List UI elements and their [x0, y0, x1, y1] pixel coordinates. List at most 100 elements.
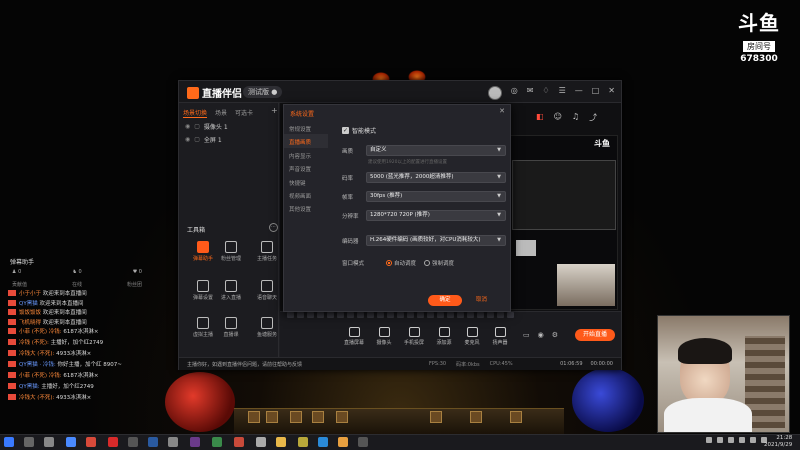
- chat-username[interactable]: QY黑猫: [19, 301, 38, 307]
- chevron-down-icon[interactable]: ▼: [497, 146, 501, 155]
- system-tray[interactable]: [706, 437, 767, 443]
- radio-icon[interactable]: [386, 260, 393, 266]
- chevron-down-icon[interactable]: ▼: [497, 211, 501, 220]
- app-icon[interactable]: [318, 437, 328, 447]
- chat-username[interactable]: 小菲 (不死) 冷钱:: [19, 373, 62, 379]
- chat-username[interactable]: 冷钱 (不死):: [19, 340, 49, 346]
- smart-mode-checkbox[interactable]: ✓ 智能模式: [342, 126, 376, 135]
- minimize-icon[interactable]: —: [575, 86, 583, 100]
- settings-nav-item[interactable]: 快捷键: [284, 175, 328, 188]
- headset-icon[interactable]: ◎: [511, 86, 518, 100]
- app-icon[interactable]: [358, 437, 368, 447]
- app-icon[interactable]: [234, 437, 244, 447]
- radio-auto[interactable]: 自动调度: [386, 259, 416, 267]
- avatar[interactable]: [487, 86, 502, 100]
- toolbar-icon[interactable]: [408, 327, 420, 337]
- add-scene-button[interactable]: +: [271, 106, 278, 115]
- source-item[interactable]: ◉ ▢ 摄像头 1: [185, 122, 228, 131]
- tool-icon[interactable]: [197, 317, 209, 329]
- settings-nav-item[interactable]: 直播画质: [284, 134, 328, 148]
- chat-tab[interactable]: 粉丝团: [127, 281, 142, 288]
- tool-item[interactable]: 弹幕助手: [189, 241, 217, 262]
- app-icon[interactable]: [212, 437, 222, 447]
- tool-item[interactable]: 进入直播: [217, 280, 245, 301]
- chat-username[interactable]: 冷钱大 (不死):: [19, 395, 54, 401]
- gear-icon[interactable]: ⚙: [552, 331, 558, 339]
- tab-scene-switch[interactable]: 场景切换: [183, 108, 208, 118]
- shirt-icon[interactable]: ♢: [542, 86, 549, 100]
- tool-icon[interactable]: [261, 317, 273, 329]
- radio-icon[interactable]: [424, 260, 431, 266]
- app-icon[interactable]: [168, 437, 178, 447]
- tool-item[interactable]: 语音聊天: [253, 280, 281, 301]
- toolbar-button[interactable]: 直播屏幕: [339, 327, 369, 346]
- chevron-down-icon[interactable]: ▼: [497, 236, 501, 245]
- app-icon[interactable]: [256, 437, 266, 447]
- app-icon[interactable]: [128, 437, 138, 447]
- close-icon[interactable]: ✕: [499, 107, 505, 115]
- eye-icon[interactable]: ◉: [538, 331, 544, 339]
- ok-button[interactable]: 确定: [428, 295, 462, 306]
- chat-username[interactable]: 飞机晓得: [19, 320, 41, 326]
- checkbox-icon[interactable]: ✓: [342, 127, 349, 134]
- chat-username[interactable]: 饭饭饭饭: [19, 310, 41, 316]
- settings-nav-item[interactable]: 常规设置: [284, 121, 328, 134]
- toolbar-button[interactable]: 添加源: [429, 327, 459, 346]
- clock[interactable]: 21:28 2021/9/29: [764, 435, 792, 448]
- toolbox-more-icon[interactable]: ⋯: [269, 223, 278, 232]
- chat-username[interactable]: QY黑猫:: [19, 384, 40, 390]
- settings-nav-item[interactable]: 其他设置: [284, 201, 328, 214]
- app-icon[interactable]: [190, 437, 200, 447]
- source-item[interactable]: ◉ ▢ 全屏 1: [185, 135, 222, 144]
- search-icon[interactable]: [24, 437, 34, 447]
- tool-item[interactable]: 弹幕设置: [189, 280, 217, 301]
- tab-optional[interactable]: 可选卡: [235, 108, 253, 118]
- chevron-down-icon[interactable]: ▼: [497, 173, 501, 182]
- lock-icon[interactable]: ▢: [194, 123, 200, 130]
- tool-icon[interactable]: [225, 317, 237, 329]
- chat-tab[interactable]: 贡献值: [12, 281, 27, 288]
- chat-username[interactable]: 小于小于: [19, 291, 41, 297]
- toolbar-button[interactable]: 扬声器: [485, 327, 515, 346]
- tool-item[interactable]: 虚拟主播: [189, 317, 217, 338]
- tool-item[interactable]: 粉丝管理: [217, 241, 245, 262]
- steam-icon[interactable]: [148, 437, 158, 447]
- tool-icon[interactable]: [197, 241, 209, 253]
- app-icon[interactable]: [338, 437, 348, 447]
- app-icon[interactable]: [66, 437, 76, 447]
- close-icon[interactable]: ✕: [608, 86, 615, 100]
- radio-force[interactable]: 强制调度: [424, 259, 454, 267]
- maximize-icon[interactable]: □: [592, 86, 600, 100]
- gift-icon[interactable]: ◧: [536, 112, 544, 123]
- version-pill[interactable]: 测试版 ●: [243, 86, 283, 98]
- eye-icon[interactable]: ◉: [185, 136, 190, 143]
- toolbar-icon[interactable]: [438, 327, 450, 337]
- toolbar-icon[interactable]: [348, 327, 360, 337]
- toolbar-icon[interactable]: [466, 327, 478, 337]
- tool-icon[interactable]: [261, 241, 273, 253]
- lock-icon[interactable]: ▢: [194, 136, 200, 143]
- tool-icon[interactable]: [225, 241, 237, 253]
- tab-scene[interactable]: 场景: [215, 108, 227, 118]
- settings-icon[interactable]: ☰: [559, 86, 566, 100]
- bell-icon[interactable]: ♫: [572, 112, 579, 123]
- toolbar-icon[interactable]: [378, 327, 390, 337]
- share-icon[interactable]: ⤴: [589, 112, 597, 123]
- app-icon[interactable]: [108, 437, 118, 447]
- tool-item[interactable]: 鱼塘服务: [253, 317, 281, 338]
- eye-icon[interactable]: ◉: [185, 123, 190, 130]
- tool-icon[interactable]: [261, 280, 273, 292]
- chat-sub-tabs[interactable]: 贡献值 在线 粉丝团: [12, 281, 142, 288]
- toolbar-button[interactable]: 摄像头: [369, 327, 399, 346]
- chat-tab[interactable]: 在线: [72, 281, 82, 288]
- setting-select[interactable]: H.264硬件编码 (画质较好，对CPU消耗较大) ▼: [366, 235, 506, 246]
- setting-select[interactable]: 30fps (推荐) ▼: [366, 191, 506, 202]
- camera-icon[interactable]: ▭: [523, 331, 530, 339]
- toolbar-icon[interactable]: [494, 327, 506, 337]
- start-live-button[interactable]: 开始直播: [575, 329, 615, 341]
- tool-item[interactable]: 直播课: [217, 317, 245, 338]
- settings-nav-item[interactable]: 内容显示: [284, 148, 328, 161]
- user-icon[interactable]: ☺: [554, 112, 562, 123]
- app-icon[interactable]: [86, 437, 96, 447]
- tool-icon[interactable]: [225, 280, 237, 292]
